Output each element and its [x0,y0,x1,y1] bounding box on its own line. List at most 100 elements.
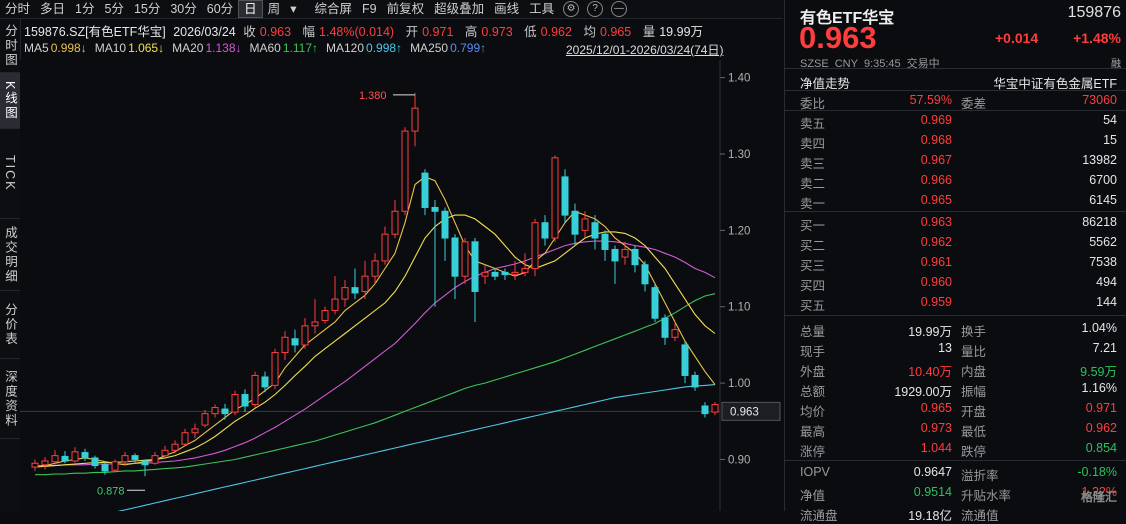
stat-row: 净值 0.9514 升贴水率 1.22% [785,482,1126,503]
candle-body [71,451,79,462]
asks-row[interactable]: 卖四 0.968 15 [785,130,1126,151]
max-label: 1.380 [359,90,387,102]
divider [785,315,1126,316]
dropdown-icon[interactable]: ▾ [285,0,301,18]
ma-value-3: 1.117↑ [282,41,318,55]
toolbar-item-0[interactable]: 综合屏 [309,0,357,18]
candle-body [591,222,599,239]
stat-value: 7.21 [1092,341,1117,355]
y-tick-label: 1.20 [728,225,750,237]
side-tab-3[interactable]: 成交明细 [0,219,20,291]
candle-body [121,455,129,463]
candle-body [301,325,309,346]
toolbar-item-4[interactable]: 画线 [489,0,524,18]
period-tab-5[interactable]: 30分 [165,0,201,18]
candle-body [691,374,699,388]
asks-price: 0.967 [920,153,952,167]
candle-body [141,460,149,466]
asks-price: 0.966 [920,173,952,187]
stat-row: 总量 19.99万 换手 1.04% [785,318,1126,339]
bids-row[interactable]: 买三 0.961 7538 [785,252,1126,273]
stat-row: IOPV 0.9647 溢折率 -0.18% [785,462,1126,483]
bids-volume: 144 [1096,295,1117,309]
toolbar-item-5[interactable]: 工具 [524,0,559,18]
asks-volume: 6700 [1089,173,1117,187]
toolbar-item-1[interactable]: F9 [357,0,382,18]
side-tab-5[interactable]: 深度资料 [0,359,20,439]
ma-value-2: 1.138↓ [205,41,242,55]
candle-body [31,462,39,468]
asks-row[interactable]: 卖五 0.969 54 [785,110,1126,131]
stat-value: 0.971 [1085,401,1117,415]
candle-body [201,413,209,426]
period-tab-0[interactable]: 分时 [0,0,35,18]
candle-body [421,172,429,208]
ma-value-1: 1.065↓ [128,41,165,55]
stat-value: 0.962 [1085,421,1117,435]
side-tabs: 分时图 K线图 TICK 成交明细 分价表 深度资料 [0,19,21,511]
candle-body [551,157,559,239]
side-tab-2[interactable]: TICK [0,129,20,219]
side-tab-0[interactable]: 分时图 [0,19,20,73]
settings-icon[interactable]: ⚙ [563,1,580,17]
candle-body [561,176,569,216]
period-toolbar: 分时 多日 1分 5分 15分 30分 60分日周 ▾ 综合屏 F9 前复权 超级叠加 画线 工具 ⚙? — [0,0,783,19]
bids-price: 0.960 [920,275,952,289]
low-label: 低 [524,25,537,39]
price-change: +0.014 [995,30,1039,46]
candle-body [111,461,119,471]
amp-value: 1.48%(0.014) [319,25,395,39]
toolbar-item-2[interactable]: 前复权 [382,0,430,18]
ma-label-3: MA60 [249,41,281,55]
stat-value: 1.16% [1081,381,1117,395]
candle-body [531,222,539,270]
candle-body [101,464,109,472]
ma-label-2: MA20 [172,41,204,55]
stat-value: 1.04% [1081,321,1117,335]
high-value: 0.973 [481,25,513,39]
candle-body [311,321,319,327]
kline-chart[interactable]: 1.40 1.30 1.20 1.10 1.00 0.90 0.963 1.380 0.878 [20,60,784,511]
period-tab-4[interactable]: 15分 [129,0,165,18]
candle-body [271,352,279,386]
date-range[interactable]: 2025/12/01-2026/03/24(74日) [566,41,723,58]
stat-row: 最高 0.973 最低 0.962 [785,418,1126,439]
bids-row[interactable]: 买四 0.960 494 [785,272,1126,293]
price-change-pct: +1.48% [1073,30,1121,46]
candle-body [401,130,409,212]
bids-row[interactable]: 买一 0.963 86218 [785,212,1126,233]
candle-body [361,275,369,292]
side-tab-1[interactable]: K线图 [0,73,20,129]
stat-value: 0.9647 [913,465,952,479]
help-icon[interactable]: ? [587,1,604,17]
bids-row[interactable]: 买二 0.962 5562 [785,232,1126,253]
candle-body [131,455,139,460]
asks-volume: 15 [1103,133,1117,147]
period-tab-7[interactable]: 日 [238,0,263,18]
candle-body [351,287,359,294]
ma-value-0: 0.998↓ [50,41,87,55]
asks-row[interactable]: 卖二 0.966 6700 [785,170,1126,191]
bids-price: 0.961 [920,255,952,269]
candle-body [411,107,419,132]
bids-price: 0.959 [920,295,952,309]
asks-row[interactable]: 卖三 0.967 13982 [785,150,1126,171]
min-label: 0.878 [97,485,125,497]
period-tab-3[interactable]: 5分 [99,0,128,18]
period-tab-8[interactable]: 周 [263,0,286,18]
period-tab-1[interactable]: 多日 [35,0,70,18]
nav-row[interactable]: 净值走势 华宝中证有色金属ETF [785,70,1126,91]
candle-body [641,264,649,285]
asks-row[interactable]: 卖一 0.965 6145 [785,190,1126,211]
bids-level-label: 买五 [800,299,826,313]
date-label: 2026/03/24 [173,25,236,39]
bids-row[interactable]: 买五 0.959 144 [785,292,1126,313]
side-tab-4[interactable]: 分价表 [0,291,20,359]
candle-body [501,271,509,276]
toolbar-item-3[interactable]: 超级叠加 [429,0,489,18]
period-tab-6[interactable]: 60分 [202,0,238,18]
period-tab-2[interactable]: 1分 [70,0,99,18]
minimize-icon[interactable]: — [611,1,628,17]
candle-body [61,455,69,462]
ma-label-0: MA5 [24,41,49,55]
